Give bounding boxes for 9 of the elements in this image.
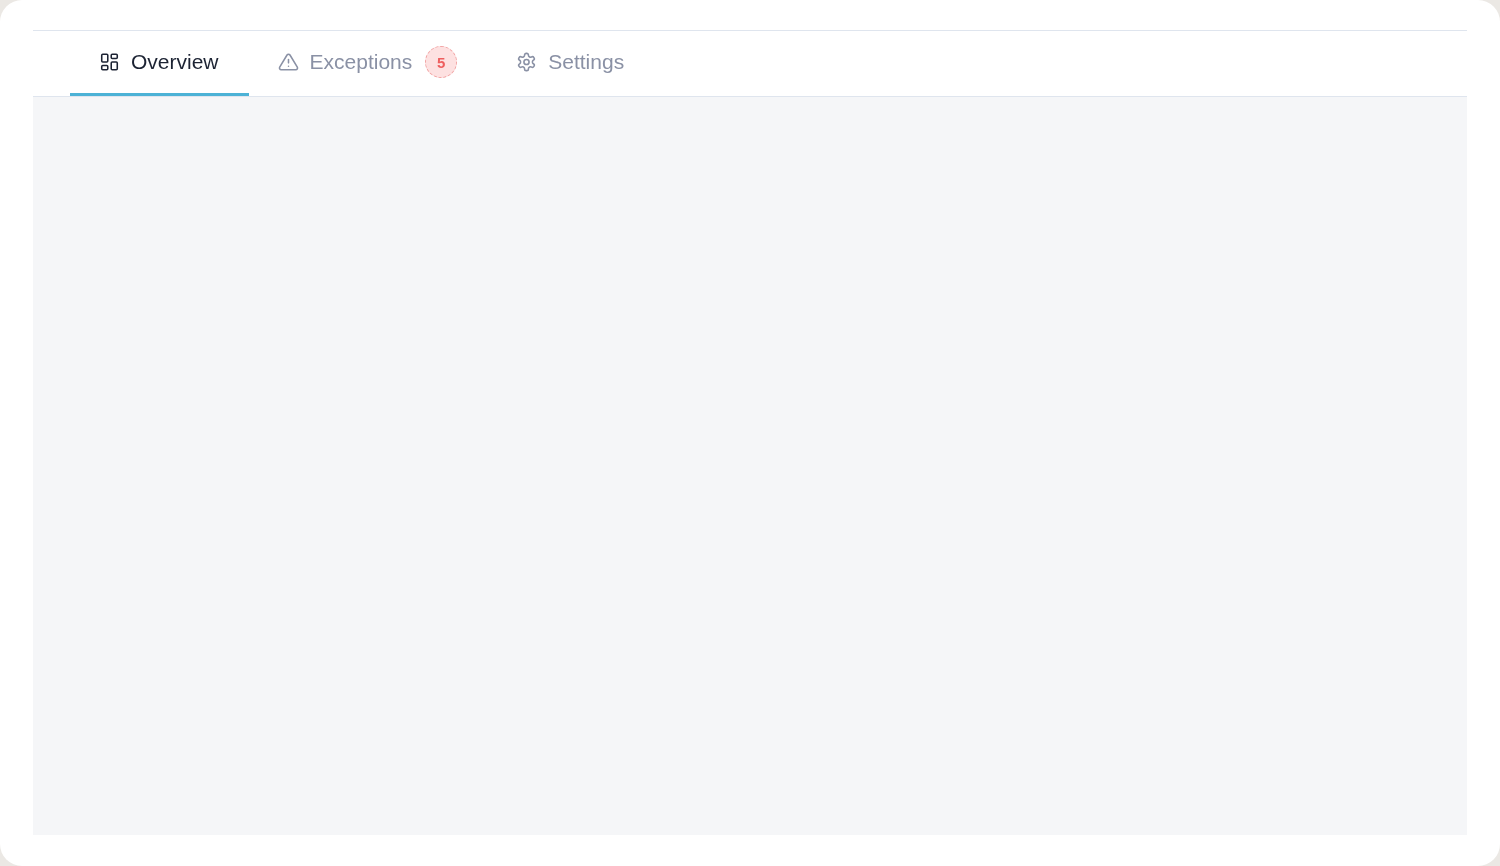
tab-label: Settings [548, 50, 625, 74]
tab[interactable]: Exceptions 5 [248, 31, 488, 96]
tab-label: Overview [131, 50, 219, 74]
tab-label: Exceptions [309, 50, 413, 74]
grid-icon [100, 53, 119, 71]
exceptions-count: 5 [425, 46, 458, 78]
tab[interactable]: Settings [487, 31, 655, 96]
settings-icon [517, 53, 537, 71]
warning-icon [278, 53, 298, 71]
